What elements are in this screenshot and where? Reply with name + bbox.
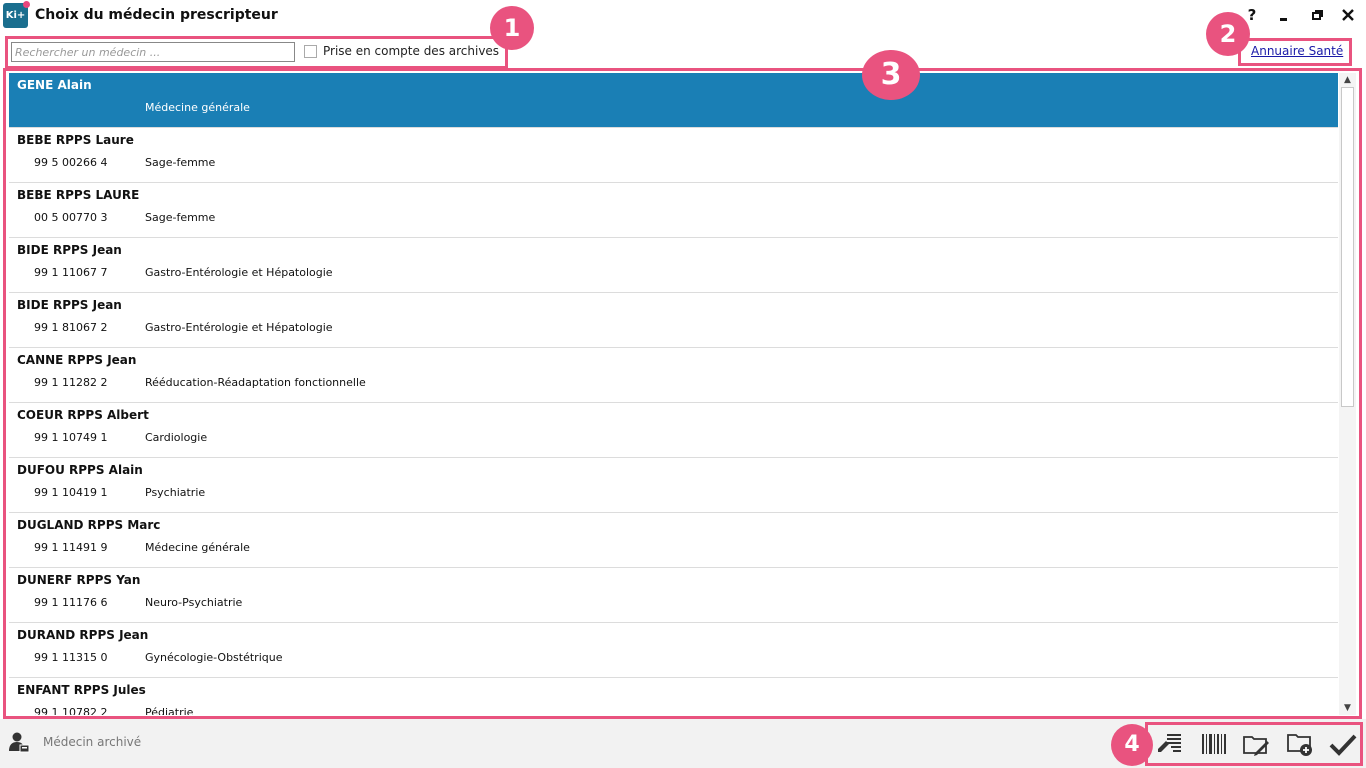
doctor-rpps: 99 1 10782 2 — [34, 706, 108, 715]
doctor-name: BEBE RPPS Laure — [17, 133, 134, 147]
doctor-name: BIDE RPPS Jean — [17, 298, 122, 312]
doctor-specialty: Psychiatrie — [145, 486, 206, 499]
doctor-row[interactable]: ENFANT RPPS Jules 99 1 10782 2 Pédiatrie — [9, 678, 1338, 715]
doctor-name: ENFANT RPPS Jules — [17, 683, 146, 697]
doctor-name: BEBE RPPS LAURE — [17, 188, 140, 202]
doctor-name: CANNE RPPS Jean — [17, 353, 137, 367]
doctor-specialty: Cardiologie — [145, 431, 208, 444]
doctor-row[interactable]: DUGLAND RPPS Marc 99 1 11491 9 Médecine gé… — [9, 513, 1338, 568]
doctor-rpps: 99 1 11067 7 — [34, 266, 108, 279]
prescriber-dialog: Ki+ Choix du médecin prescripteur ? Pris… — [0, 0, 1366, 768]
doctor-specialty: Sage-femme — [145, 156, 216, 169]
app-logo-text: Ki+ — [5, 10, 26, 21]
doctor-specialty: Médecine générale — [145, 541, 250, 554]
annotation-badge-4: 4 — [1111, 724, 1153, 766]
doctor-row[interactable]: GENE Alain Médecine générale — [9, 73, 1338, 128]
doctor-name: GENE Alain — [17, 78, 92, 92]
restore-icon — [1312, 10, 1323, 20]
doctor-name: DUNERF RPPS Yan — [17, 573, 141, 587]
archived-doctor-icon — [9, 732, 30, 753]
archives-checkbox[interactable] — [304, 45, 317, 58]
doctor-rpps: 99 1 11491 9 — [34, 541, 108, 554]
doctor-specialty: Gastro-Entérologie et Hépatologie — [145, 321, 333, 334]
window-title: Choix du médecin prescripteur — [35, 7, 278, 23]
doctor-row[interactable]: DUNERF RPPS Yan 99 1 11176 6 Neuro-Psychia… — [9, 568, 1338, 623]
folder-edit-icon[interactable] — [1241, 729, 1271, 759]
annotation-badge-3: 3 — [862, 50, 920, 100]
doctor-name: DUGLAND RPPS Marc — [17, 518, 161, 532]
doctor-list[interactable]: GENE Alain Médecine générale BEBE RPPS Lau… — [9, 73, 1338, 715]
list-scrollbar[interactable]: ▲ ▼ — [1339, 73, 1356, 715]
app-logo: Ki+ — [3, 1, 30, 28]
close-icon — [1342, 9, 1354, 21]
doctor-specialty: Neuro-Psychiatrie — [145, 596, 243, 609]
doctor-row[interactable]: BEBE RPPS LAURE 00 5 00770 3 Sage-femme — [9, 183, 1338, 238]
close-button[interactable] — [1337, 4, 1359, 26]
restore-button[interactable] — [1306, 4, 1328, 26]
scroll-up-icon[interactable]: ▲ — [1339, 73, 1356, 87]
doctor-row[interactable]: COEUR RPPS Albert 99 1 10749 1 Cardiologie — [9, 403, 1338, 458]
list-edit-icon[interactable] — [1155, 729, 1185, 759]
title-bar: Ki+ Choix du médecin prescripteur ? — [0, 0, 1366, 32]
doctor-specialty: Sage-femme — [145, 211, 216, 224]
doctor-row[interactable]: BEBE RPPS Laure 99 5 00266 4 Sage-femme — [9, 128, 1338, 183]
doctor-rpps: 99 1 81067 2 — [34, 321, 108, 334]
doctor-row[interactable]: BIDE RPPS Jean 99 1 11067 7 Gastro-Entérol… — [9, 238, 1338, 293]
doctor-name: DUFOU RPPS Alain — [17, 463, 143, 477]
doctor-specialty: Rééducation-Réadaptation fonctionnelle — [145, 376, 366, 389]
doctor-rpps: 99 1 11176 6 — [34, 596, 108, 609]
doctor-rpps: 99 5 00266 4 — [34, 156, 108, 169]
doctor-specialty: Pédiatrie — [145, 706, 194, 715]
doctor-row[interactable]: BIDE RPPS Jean 99 1 81067 2 Gastro-Entérol… — [9, 293, 1338, 348]
doctor-name: COEUR RPPS Albert — [17, 408, 149, 422]
search-input[interactable] — [11, 42, 295, 62]
minimize-icon — [1280, 18, 1287, 21]
doctor-row[interactable]: DUFOU RPPS Alain 99 1 10419 1 Psychiatrie — [9, 458, 1338, 513]
doctor-name: BIDE RPPS Jean — [17, 243, 122, 257]
doctor-specialty: Gynécologie-Obstétrique — [145, 651, 283, 664]
doctor-specialty: Gastro-Entérologie et Hépatologie — [145, 266, 333, 279]
checkmark-icon[interactable] — [1328, 729, 1358, 759]
annotation-badge-2: 2 — [1206, 12, 1250, 56]
doctor-row[interactable]: CANNE RPPS Jean 99 1 11282 2 Rééducation-R… — [9, 348, 1338, 403]
doctor-rpps: 99 1 10419 1 — [34, 486, 108, 499]
scroll-down-icon[interactable]: ▼ — [1339, 701, 1356, 715]
doctor-rpps: 99 1 10749 1 — [34, 431, 108, 444]
doctor-name: DURAND RPPS Jean — [17, 628, 149, 642]
archives-checkbox-label[interactable]: Prise en compte des archives — [323, 44, 499, 58]
annuaire-sante-link[interactable]: Annuaire Santé — [1251, 44, 1343, 58]
doctor-row[interactable]: DURAND RPPS Jean 99 1 11315 0 Gynécologie-… — [9, 623, 1338, 678]
archived-doctor-legend: Médecin archivé — [43, 735, 142, 749]
doctor-rpps: 00 5 00770 3 — [34, 211, 108, 224]
doctor-rpps: 99 1 11282 2 — [34, 376, 108, 389]
annotation-badge-1: 1 — [490, 6, 534, 50]
barcode-icon[interactable] — [1199, 729, 1229, 759]
folder-add-icon[interactable] — [1285, 729, 1315, 759]
notification-dot — [23, 1, 30, 8]
doctor-specialty: Médecine générale — [145, 101, 250, 114]
scroll-thumb[interactable] — [1341, 87, 1354, 407]
minimize-button[interactable] — [1273, 4, 1295, 26]
doctor-rpps: 99 1 11315 0 — [34, 651, 108, 664]
